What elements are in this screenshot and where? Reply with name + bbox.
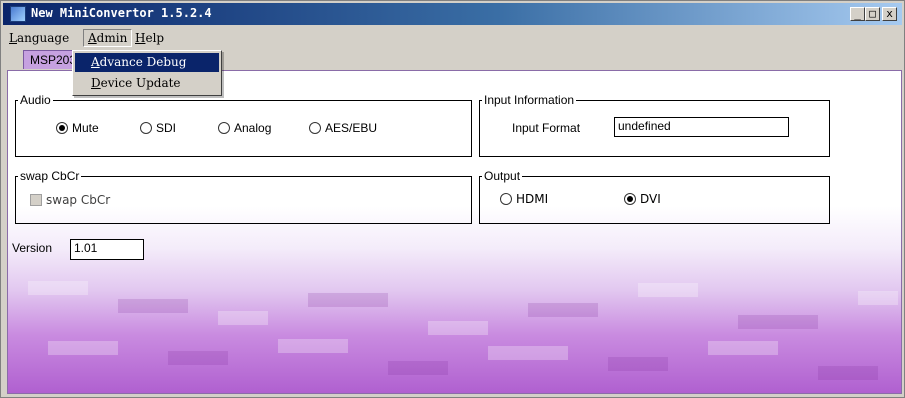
close-button[interactable]: x	[882, 7, 897, 21]
menu-help[interactable]: Help	[131, 30, 168, 46]
advance-debug-label: dvance Debug	[99, 55, 187, 69]
input-information-legend: Input Information	[482, 93, 577, 107]
audio-sdi-label: SDI	[156, 121, 177, 135]
window-title: New MiniConvertor 1.5.2.4	[31, 6, 212, 20]
swap-cbcr-group: swap CbCr swap CbCr	[15, 169, 472, 224]
audio-analog-label: Analog	[234, 121, 272, 135]
radio-unchecked-icon	[500, 193, 512, 205]
menu-admin[interactable]: Admin	[83, 29, 133, 47]
device-update-mnemonic: D	[91, 76, 101, 90]
background-tile	[858, 291, 898, 305]
menu-admin-label: dmin	[96, 31, 128, 45]
menu-language-mnemonic: L	[9, 31, 17, 45]
audio-group: Audio Mute SDI Analog AES/EBU	[15, 93, 472, 157]
background-tile	[488, 346, 568, 360]
audio-sdi-radio[interactable]: SDI	[140, 121, 176, 135]
output-hdmi-radio[interactable]: HDMI	[500, 192, 548, 206]
background-tile	[708, 341, 778, 355]
background-tile	[608, 357, 668, 371]
output-group: Output HDMI DVI	[479, 169, 830, 224]
audio-analog-radio[interactable]: Analog	[218, 121, 271, 135]
input-format-label: Input Format	[512, 121, 581, 135]
radio-unchecked-icon	[309, 122, 321, 134]
audio-aesebu-radio[interactable]: AES/EBU	[309, 121, 377, 135]
output-legend: Output	[482, 169, 523, 183]
background-tile	[388, 361, 448, 375]
minimize-button[interactable]: _	[850, 7, 865, 21]
background-tile	[738, 315, 818, 329]
menu-language-label: anguage	[16, 31, 70, 45]
background-tile	[278, 339, 348, 353]
checkbox-disabled-icon	[30, 194, 42, 206]
menu-help-mnemonic: H	[135, 31, 146, 45]
background-tile	[48, 341, 118, 355]
menu-bar: Language Admin Help	[3, 28, 902, 48]
output-dvi-radio[interactable]: DVI	[624, 192, 661, 206]
radio-unchecked-icon	[218, 122, 230, 134]
audio-mute-radio[interactable]: Mute	[56, 121, 99, 135]
input-format-field[interactable]: undefined	[614, 117, 789, 137]
menu-help-label: elp	[145, 31, 165, 45]
version-label: Version	[12, 241, 53, 255]
radio-checked-icon	[624, 193, 636, 205]
background-tile	[118, 299, 188, 313]
menu-language[interactable]: Language	[5, 30, 73, 46]
radio-checked-icon	[56, 122, 68, 134]
output-dvi-label: DVI	[640, 192, 661, 206]
version-field[interactable]: 1.01	[70, 239, 144, 260]
background-tile	[818, 366, 878, 380]
swap-cbcr-checkbox[interactable]: swap CbCr	[30, 193, 110, 207]
swap-cbcr-label: swap CbCr	[46, 193, 111, 207]
app-icon[interactable]	[10, 6, 26, 22]
output-hdmi-label: HDMI	[516, 192, 549, 206]
background-tile	[638, 283, 698, 297]
audio-mute-label: Mute	[72, 121, 99, 135]
title-bar[interactable]: New MiniConvertor 1.5.2.4 _ □ x	[3, 3, 902, 25]
app-window: New MiniConvertor 1.5.2.4 _ □ x Language…	[0, 0, 905, 398]
background-tile	[528, 303, 598, 317]
input-information-group: Input Information Input Format undefined	[479, 93, 830, 157]
audio-aesebu-label: AES/EBU	[325, 121, 378, 135]
device-update-label: evice Update	[100, 76, 181, 90]
background-tile	[308, 293, 388, 307]
background-tile	[218, 311, 268, 325]
maximize-button[interactable]: □	[865, 7, 880, 21]
main-panel: Audio Mute SDI Analog AES/EBU Input Info…	[7, 70, 902, 394]
background-tile	[428, 321, 488, 335]
menu-admin-mnemonic: A	[88, 31, 97, 45]
background-tile	[28, 281, 88, 295]
admin-dropdown-menu: Advance Debug Device Update	[72, 50, 222, 96]
background-tile	[168, 351, 228, 365]
audio-legend: Audio	[18, 93, 53, 107]
menu-item-device-update[interactable]: Device Update	[75, 74, 219, 93]
radio-unchecked-icon	[140, 122, 152, 134]
swap-cbcr-legend: swap CbCr	[18, 169, 82, 183]
advance-debug-mnemonic: A	[91, 55, 100, 69]
menu-item-advance-debug[interactable]: Advance Debug	[75, 53, 219, 72]
